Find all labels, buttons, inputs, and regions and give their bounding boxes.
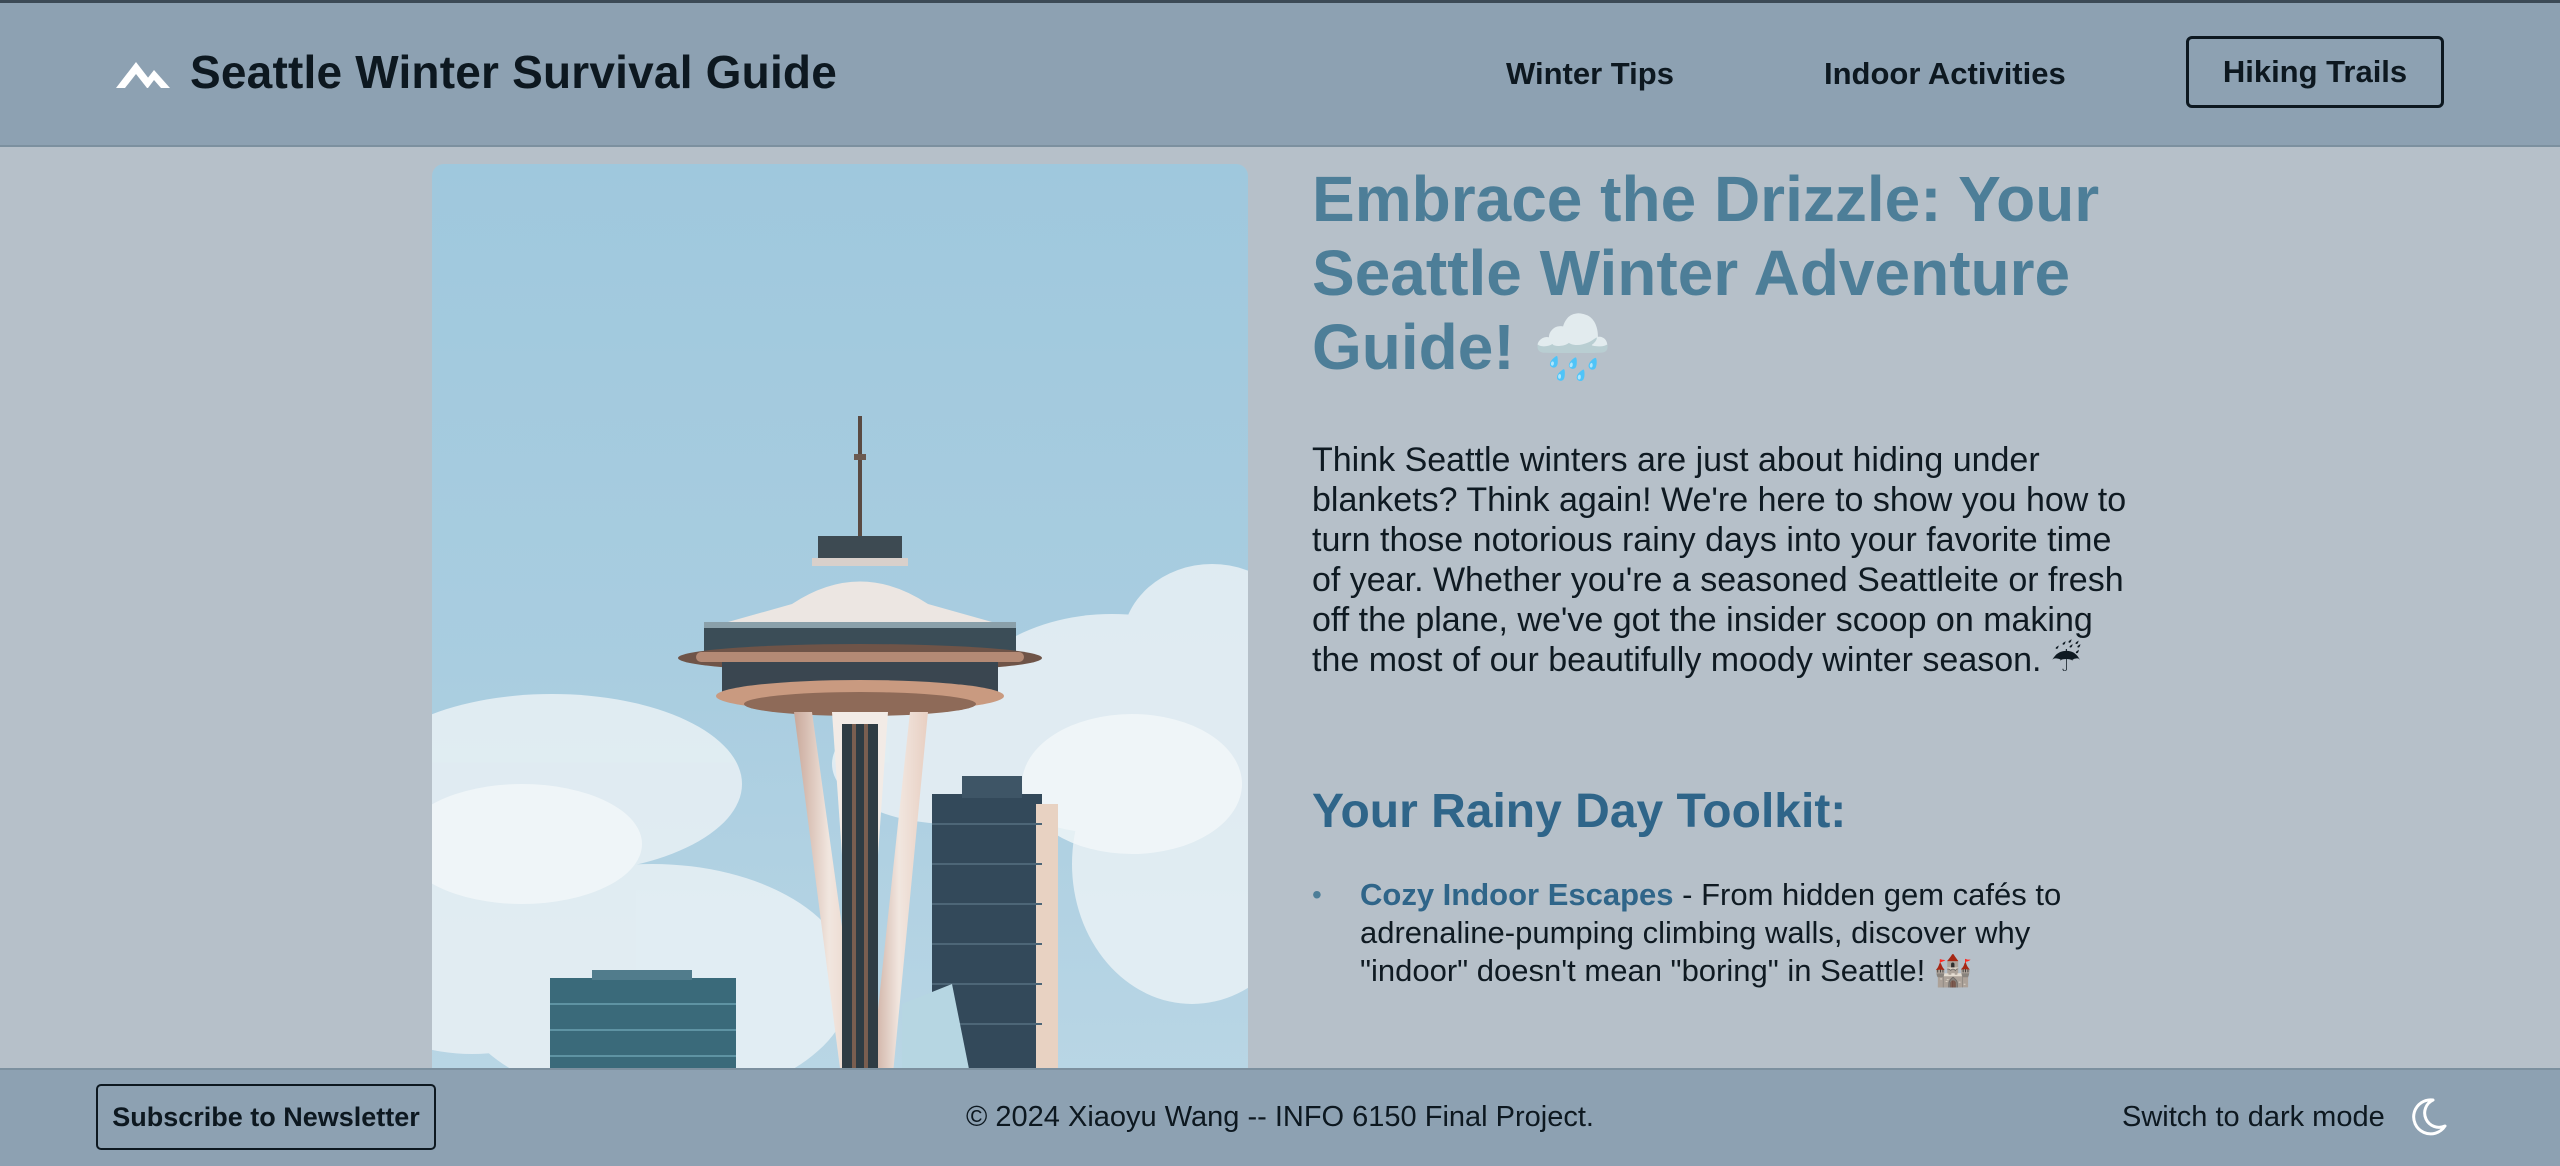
nav-hiking-trails-button[interactable]: Hiking Trails: [2186, 36, 2444, 108]
moon-icon: [2411, 1098, 2447, 1136]
nav-indoor-activities[interactable]: Indoor Activities: [1824, 56, 2066, 92]
site-title: Seattle Winter Survival Guide: [190, 46, 838, 98]
toolkit-list: • Cozy Indoor Escapes - From hidden gem c…: [1312, 876, 2142, 990]
subscribe-newsletter-button[interactable]: Subscribe to Newsletter: [96, 1084, 436, 1150]
site-footer: Subscribe to Newsletter © 2024 Xiaoyu Wa…: [0, 1068, 2560, 1166]
main-content: Embrace the Drizzle: Your Seattle Winter…: [1312, 162, 2142, 990]
copyright-text: © 2024 Xiaoyu Wang -- INFO 6150 Final Pr…: [966, 1101, 1594, 1133]
bullet-icon: •: [1312, 879, 1322, 910]
dark-mode-toggle[interactable]: Switch to dark mode: [2122, 1096, 2449, 1138]
list-item: • Cozy Indoor Escapes - From hidden gem c…: [1312, 876, 2142, 990]
toolkit-heading: Your Rainy Day Toolkit:: [1312, 785, 1847, 838]
page-headline: Embrace the Drizzle: Your Seattle Winter…: [1312, 163, 2100, 383]
brand[interactable]: Seattle Winter Survival Guide: [114, 45, 837, 99]
dark-mode-label: Switch to dark mode: [2122, 1100, 2385, 1133]
nav-winter-tips[interactable]: Winter Tips: [1506, 56, 1674, 92]
intro-paragraph: Think Seattle winters are just about hid…: [1312, 441, 2127, 679]
space-needle-photo: [432, 164, 1248, 1084]
cozy-indoor-escapes-link[interactable]: Cozy Indoor Escapes: [1360, 877, 1674, 912]
site-header: Seattle Winter Survival Guide Winter Tip…: [0, 3, 2560, 147]
mountain-icon: [116, 62, 170, 88]
